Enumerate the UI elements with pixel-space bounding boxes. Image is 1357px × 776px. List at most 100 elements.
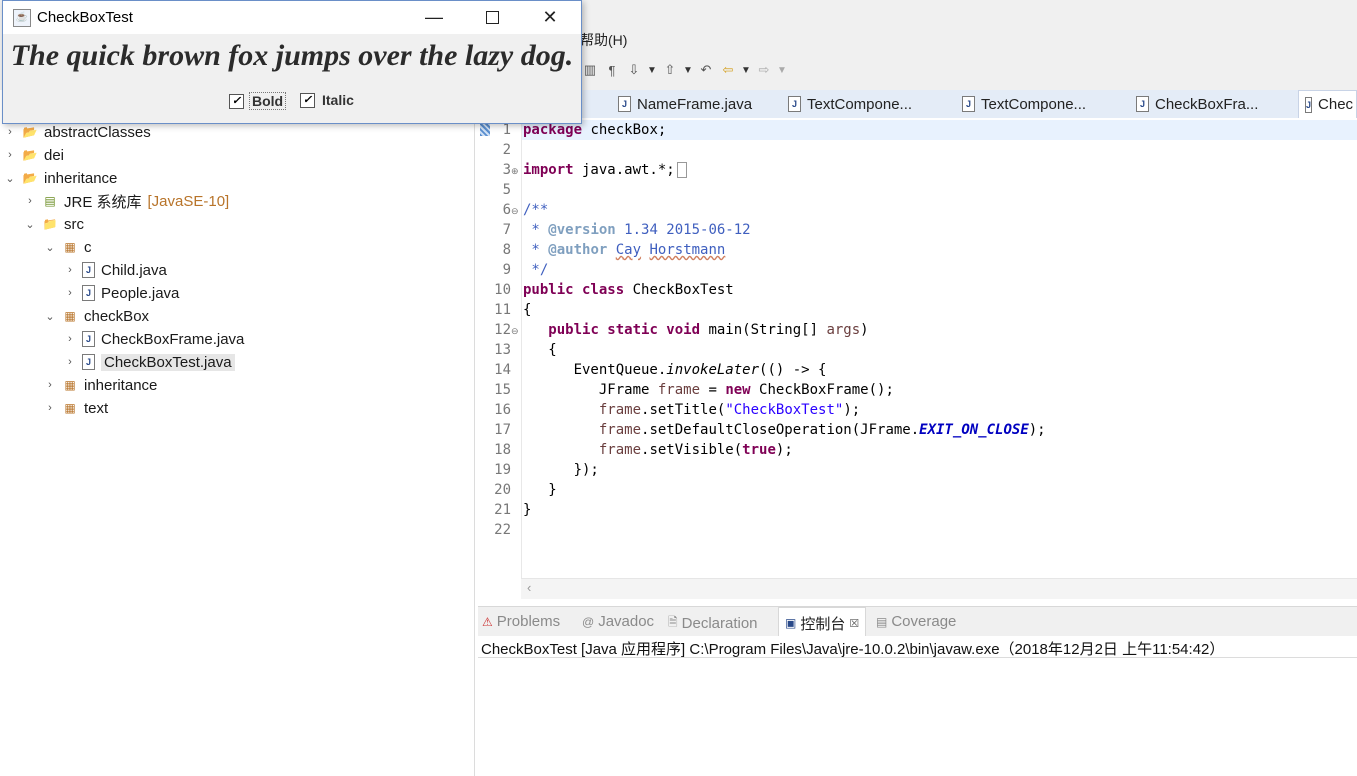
tree-item-child-java[interactable]: › J Child.java [64, 259, 167, 281]
tree-item-package-inheritance[interactable]: › ▦ inheritance [44, 374, 157, 396]
line-number: 14 [494, 362, 511, 378]
chevron-down-icon[interactable]: ⌄ [24, 218, 36, 231]
java-project-icon: 📂 [22, 125, 38, 139]
code-line-7: * @version 1.34 2015-06-12 [523, 222, 751, 238]
chevron-down-icon[interactable]: ⌄ [44, 241, 56, 254]
editor-tab-textcomponent-1[interactable]: J TextCompone... [782, 90, 918, 118]
fold-expand-icon[interactable]: ⊕ [511, 166, 519, 177]
line-number: 22 [494, 522, 511, 538]
checkbox-checked-icon[interactable]: ✓ [229, 93, 244, 109]
tree-item-src[interactable]: ⌄ 📁 src [24, 213, 84, 235]
tree-item-package-c[interactable]: ⌄ ▦ c [44, 236, 91, 258]
chevron-right-icon[interactable]: › [44, 379, 56, 391]
line-number: 20 [494, 482, 511, 498]
tree-item-inheritance-project[interactable]: ⌄ 📂 inheritance [4, 167, 117, 189]
jre-version-suffix: [JavaSE-10] [147, 192, 230, 210]
back-dropdown-icon[interactable]: ▼ [740, 60, 752, 80]
block-selection-icon[interactable]: ▥ [580, 60, 600, 80]
editor-tab-nameframe[interactable]: J NameFrame.java [612, 90, 758, 118]
java-file-icon: J [788, 96, 801, 112]
tree-item-package-text[interactable]: › ▦ text [44, 397, 108, 419]
code-line-16: frame.setTitle("CheckBoxTest"); [598, 402, 861, 418]
line-number-gutter: 1 2 3 ⊕ 5 6 ⊖ 7 8 9 10 11 12 ⊖ 13 14 15 … [478, 118, 522, 578]
tree-item-jre-library[interactable]: › ▤ JRE 系统库 [JavaSE-10] [24, 190, 229, 212]
next-annotation-dropdown-icon[interactable]: ▼ [646, 60, 658, 80]
code-line-10: public class CheckBoxTest [523, 282, 734, 298]
minimize-button[interactable]: — [405, 1, 463, 34]
chevron-right-icon[interactable]: › [64, 356, 76, 368]
console-icon: ▣ [785, 616, 797, 630]
editor-tab-checkboxtest[interactable]: J Chec [1298, 90, 1357, 118]
forward-icon[interactable]: ⇨ [754, 60, 774, 80]
scroll-left-icon[interactable]: ‹ [527, 580, 531, 595]
line-number: 6 [502, 202, 511, 218]
previous-annotation-dropdown-icon[interactable]: ▼ [682, 60, 694, 80]
tree-item-dei[interactable]: › 📂 dei [4, 144, 64, 166]
italic-checkbox[interactable]: ✓ Italic [300, 92, 356, 108]
tab-console[interactable]: ▣ 控制台 ☒ [778, 607, 867, 638]
editor-toolbar: ▥ ¶ ⇩ ▼ ⇧ ▼ ↶ ⇦ ▼ ⇨ ▼ [580, 58, 788, 82]
editor-tab-label: NameFrame.java [637, 95, 753, 113]
chevron-right-icon[interactable]: › [24, 195, 36, 207]
package-icon: ▦ [64, 401, 76, 415]
fold-collapse-icon[interactable]: ⊖ [511, 206, 519, 217]
sample-text-label: The quick brown fox jumps over the lazy … [10, 39, 574, 72]
toggle-whitespace-icon[interactable]: ¶ [602, 60, 622, 80]
line-number: 10 [494, 282, 511, 298]
line-number: 19 [494, 462, 511, 478]
tab-problems[interactable]: ⚠ Problems [482, 613, 560, 630]
tab-coverage[interactable]: ▤ Coverage [876, 613, 956, 630]
back-icon[interactable]: ⇦ [718, 60, 738, 80]
close-icon: ✕ [542, 7, 558, 27]
horizontal-scrollbar[interactable] [521, 578, 1357, 599]
checkbox-checked-icon[interactable]: ✓ [300, 92, 315, 108]
code-line-15: JFrame frame = new CheckBoxFrame(); [523, 382, 894, 398]
chevron-right-icon[interactable]: › [64, 287, 76, 299]
tree-item-abstractclasses[interactable]: › 📂 abstractClasses [4, 121, 151, 143]
previous-annotation-icon[interactable]: ⇧ [660, 60, 680, 80]
line-number: 16 [494, 402, 511, 418]
minimize-icon: — [425, 7, 443, 27]
chevron-right-icon[interactable]: › [64, 264, 76, 276]
chevron-right-icon[interactable]: › [64, 333, 76, 345]
window-title: CheckBoxTest [37, 9, 133, 26]
editor-tab-label: TextCompone... [981, 95, 1087, 113]
editor-tab-checkboxframe[interactable]: J CheckBoxFra... [1130, 90, 1264, 118]
tree-item-checkboxframe-java[interactable]: › J CheckBoxFrame.java [64, 328, 244, 350]
java-project-icon: 📂 [22, 148, 38, 162]
console-process-label: CheckBoxTest [Java 应用程序] C:\Program File… [481, 641, 1225, 658]
folded-code-icon[interactable] [676, 162, 687, 178]
chevron-down-icon[interactable]: ⌄ [44, 310, 56, 323]
java-file-icon: J [82, 262, 95, 278]
menu-help[interactable]: 帮助(H) [580, 30, 627, 50]
code-line-21: } [523, 502, 532, 518]
fold-collapse-icon[interactable]: ⊖ [511, 326, 519, 337]
chevron-right-icon[interactable]: › [44, 402, 56, 414]
next-annotation-icon[interactable]: ⇩ [624, 60, 644, 80]
close-button[interactable]: ✕ [521, 1, 579, 34]
line-number: 18 [494, 442, 511, 458]
maximize-button[interactable] [463, 1, 521, 34]
close-icon[interactable]: ☒ [849, 617, 859, 630]
editor-tab-label: CheckBoxFra... [1155, 95, 1259, 113]
line-number: 3 [502, 162, 511, 178]
editor-tab-bar: a J NameFrame.java J TextCompone... J Te… [478, 90, 1357, 119]
chevron-down-icon[interactable]: ⌄ [4, 172, 16, 185]
window-titlebar[interactable]: ☕ CheckBoxTest — ✕ [3, 1, 581, 34]
code-editor[interactable] [478, 118, 1357, 578]
tab-declaration[interactable]: 🗎 Declaration [668, 613, 758, 634]
tree-item-people-java[interactable]: › J People.java [64, 282, 179, 304]
coverage-icon: ▤ [876, 614, 888, 629]
editor-tab-textcomponent-2[interactable]: J TextCompone... [956, 90, 1092, 118]
last-edit-location-icon[interactable]: ↶ [696, 60, 716, 80]
java-project-icon: 📂 [22, 171, 38, 185]
library-icon: ▤ [44, 194, 56, 208]
chevron-right-icon[interactable]: › [4, 149, 16, 161]
declaration-icon: 🗎 [668, 615, 678, 629]
tab-javadoc[interactable]: @ Javadoc [582, 613, 654, 630]
chevron-right-icon[interactable]: › [4, 126, 16, 138]
bold-checkbox[interactable]: ✓ Bold [229, 92, 287, 110]
forward-dropdown-icon[interactable]: ▼ [776, 60, 788, 80]
tree-item-checkboxtest-java[interactable]: › J CheckBoxTest.java [64, 351, 235, 373]
tree-item-package-checkbox[interactable]: ⌄ ▦ checkBox [44, 305, 149, 327]
